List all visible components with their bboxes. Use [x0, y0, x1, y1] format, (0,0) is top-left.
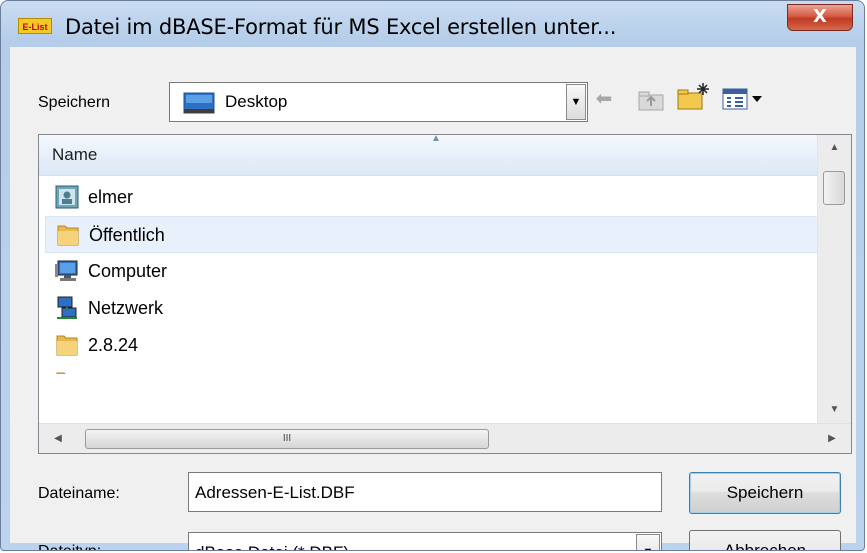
list-item-label: Netzwerk [88, 298, 164, 318]
save-in-value: Desktop [225, 92, 288, 111]
view-menu-icon[interactable] [722, 87, 768, 111]
save-in-dropdown-button[interactable]: ▼ [566, 84, 586, 120]
vertical-scroll-thumb[interactable] [823, 171, 845, 205]
column-header-label: Name [52, 145, 98, 164]
chevron-down-icon: ▼ [643, 546, 654, 550]
vertical-scrollbar[interactable]: ▲ ▼ [817, 135, 851, 423]
folder-icon [57, 225, 79, 246]
column-header-name[interactable]: ▲ Name [39, 135, 818, 176]
list-item-partial [45, 364, 818, 374]
scroll-up-icon[interactable]: ▲ [818, 137, 851, 159]
filename-label: Dateiname: [38, 485, 120, 502]
list-item[interactable]: 2.8.24 [45, 327, 818, 364]
list-item[interactable]: Öffentlich [45, 216, 818, 253]
scroll-left-icon[interactable]: ◀ [43, 428, 73, 450]
list-item-label: 2.8.24 [88, 335, 139, 355]
save-in-label: Speichern [38, 94, 111, 111]
cancel-button[interactable]: Abbrechen [689, 530, 841, 550]
folder-icon [56, 335, 78, 356]
scroll-grip-icon: III [282, 433, 292, 444]
list-item[interactable]: elmer [45, 179, 818, 216]
back-arrow-icon[interactable]: ⬅ [591, 87, 617, 111]
filetype-dropdown-button[interactable]: ▼ [636, 534, 660, 550]
filename-input[interactable]: Adressen-E-List.DBF [188, 472, 662, 512]
computer-icon [55, 260, 78, 281]
scroll-right-icon[interactable]: ▶ [817, 428, 847, 450]
close-icon: X [813, 6, 827, 27]
file-list-view[interactable]: ▲ Name elmer Öffentlich Computer Netzwer… [38, 134, 852, 454]
save-dialog-window: E-List Datei im dBASE-Format für MS Exce… [0, 0, 865, 551]
list-item-label: Öffentlich [89, 225, 165, 245]
scroll-down-icon[interactable]: ▼ [818, 399, 851, 421]
list-item-label: elmer [88, 187, 134, 207]
filetype-combobox[interactable]: dBase Datei (*.DBF) ▼ [188, 532, 662, 550]
window-title: Datei im dBASE-Format für MS Excel erste… [65, 15, 617, 39]
close-button[interactable]: X [787, 4, 853, 31]
app-logo-icon: E-List [18, 18, 52, 34]
save-in-combobox[interactable]: Desktop ▼ [169, 82, 588, 122]
filename-value: Adressen-E-List.DBF [195, 483, 355, 502]
sort-ascending-icon: ▲ [431, 134, 441, 144]
new-folder-icon[interactable] [676, 81, 710, 111]
title-bar[interactable]: E-List Datei im dBASE-Format für MS Exce… [1, 1, 864, 47]
desktop-icon [183, 92, 215, 114]
folder-icon [56, 372, 66, 374]
list-item[interactable]: Computer [45, 253, 818, 290]
horizontal-scrollbar[interactable]: ◀ III ▶ [39, 423, 851, 453]
horizontal-scroll-thumb[interactable]: III [85, 429, 489, 449]
chevron-down-icon: ▼ [570, 96, 582, 108]
filetype-value: dBase Datei (*.DBF) [195, 543, 349, 550]
list-item-label: Computer [88, 261, 168, 281]
save-button[interactable]: Speichern [689, 472, 841, 514]
network-icon [57, 296, 77, 319]
user-folder-icon [55, 185, 79, 209]
filetype-label: Dateityp: [38, 543, 101, 550]
dialog-client-area: Speichern Desktop ▼ ⬅ ▲ Name elmer Öffen… [10, 47, 856, 550]
list-item[interactable]: Netzwerk [45, 290, 818, 327]
up-folder-icon[interactable] [637, 89, 665, 111]
